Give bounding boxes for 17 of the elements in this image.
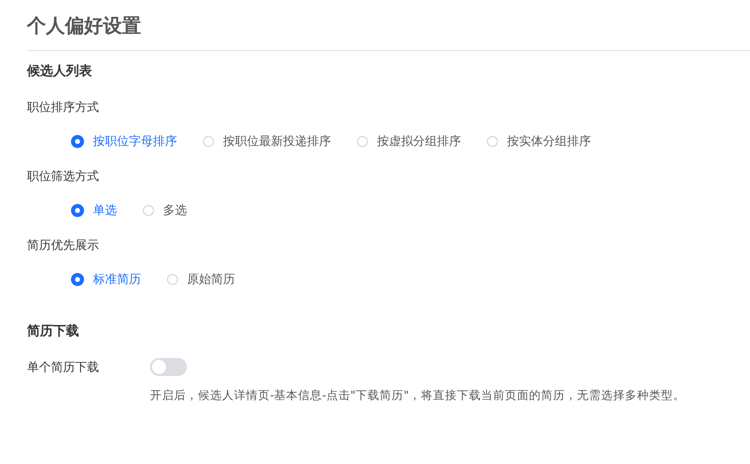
page-title: 个人偏好设置	[27, 14, 142, 39]
radio-option[interactable]: 按职位字母排序	[71, 132, 177, 150]
radio-option[interactable]: 单选	[71, 201, 117, 219]
radio-option[interactable]: 按职位最新投递排序	[203, 132, 331, 150]
setting-label: 职位筛选方式	[27, 168, 99, 185]
radio-option[interactable]: 按实体分组排序	[487, 132, 591, 150]
section-heading: 简历下载	[27, 323, 79, 341]
setting-label: 职位排序方式	[27, 99, 99, 116]
radio-option[interactable]: 多选	[143, 201, 187, 219]
setting-label: 单个简历下载	[27, 359, 100, 376]
setting-description: 开启后，候选人详情页-基本信息-点击"下载简历"，将直接下载当前页面的简历，无需选择多种类型。	[150, 387, 685, 404]
radio-option[interactable]: 原始简历	[167, 270, 235, 288]
radio-option[interactable]: 标准简历	[71, 270, 141, 288]
toggle-switch[interactable]	[150, 358, 187, 376]
setting-label: 简历优先展示	[27, 237, 99, 254]
radio-option[interactable]: 按虚拟分组排序	[357, 132, 461, 150]
section-heading: 候选人列表	[27, 63, 92, 81]
